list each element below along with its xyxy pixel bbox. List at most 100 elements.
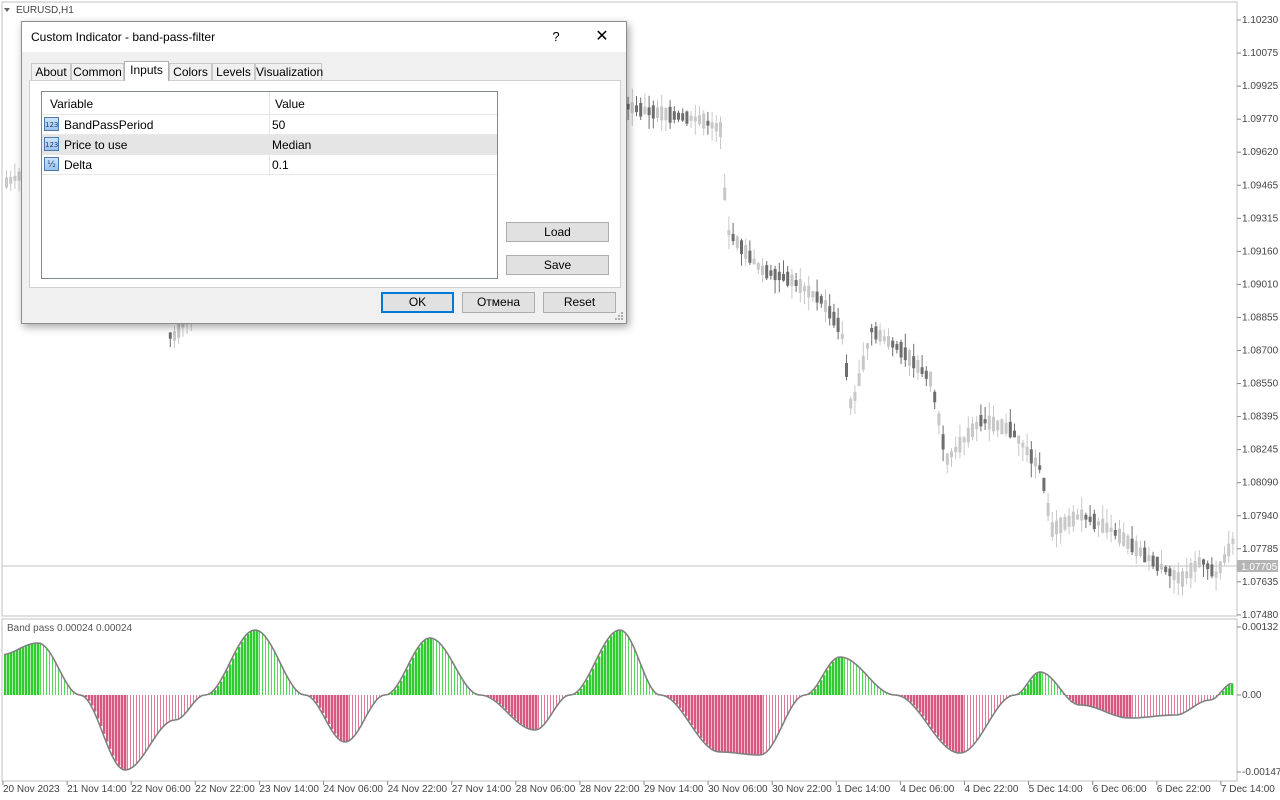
column-header-value[interactable]: Value (275, 97, 305, 111)
price-tick-label: 1.09465 (1242, 180, 1279, 191)
candle-body (845, 363, 848, 377)
candle-body (1143, 547, 1147, 563)
histogram-bar (1192, 695, 1193, 708)
histogram-bar (595, 662, 598, 695)
candle-body (861, 355, 865, 370)
inputs-grid[interactable]: Variable Value 123 BandPassPeriod 50 123… (41, 91, 498, 279)
price-tick-label: 1.07480 (1242, 610, 1279, 621)
price-tick-label: 1.09620 (1242, 147, 1279, 158)
histogram-bar (589, 674, 592, 695)
close-icon[interactable]: ✕ (588, 26, 616, 48)
time-tick-label: 22 Nov 22:00 (195, 784, 255, 795)
histogram-bar (940, 695, 943, 741)
histogram-bar (733, 695, 736, 753)
candle-body (1197, 557, 1201, 568)
candle-body (870, 327, 874, 333)
histogram-bar (760, 695, 763, 755)
histogram-bar (280, 662, 281, 695)
tab-levels[interactable]: Levels (212, 63, 255, 80)
candle-body (971, 423, 974, 438)
histogram-bar (253, 630, 256, 695)
tab-common[interactable]: Common (71, 63, 124, 80)
histogram-bar (1036, 673, 1039, 695)
table-row[interactable]: ½ Delta 0.1 (42, 155, 497, 175)
table-row[interactable]: 123 BandPassPeriod 50 (42, 115, 497, 135)
histogram-bar (634, 647, 635, 695)
histogram-bar (700, 695, 703, 738)
histogram-bar (1186, 695, 1187, 712)
candle-body (756, 263, 760, 270)
dialog-titlebar[interactable]: Custom Indicator - band-pass-filter ? ✕ (22, 22, 626, 52)
candle-body (1013, 430, 1016, 438)
variable-value[interactable]: 0.1 (272, 158, 289, 172)
candle-body (731, 233, 735, 242)
tab-colors[interactable]: Colors (169, 63, 212, 80)
candle-body (962, 437, 966, 443)
candle-body (979, 415, 983, 427)
histogram-bar (772, 695, 773, 746)
histogram-bar (121, 695, 124, 769)
histogram-bar (160, 695, 161, 731)
candle-body (1168, 568, 1172, 577)
candle-body (920, 367, 924, 374)
ok-button[interactable]: OK (381, 292, 454, 313)
histogram-bar (586, 679, 589, 695)
histogram-bar (22, 647, 25, 695)
histogram-bar (1153, 695, 1154, 717)
candle-body (719, 122, 722, 137)
load-button[interactable]: Load (506, 222, 609, 242)
help-button[interactable]: ? (544, 26, 568, 48)
tab-visualization[interactable]: Visualization (255, 63, 323, 80)
resize-grip-icon[interactable] (614, 311, 624, 321)
candle-body (782, 274, 785, 281)
candle-body (1231, 538, 1235, 544)
column-header-variable[interactable]: Variable (50, 97, 93, 111)
candle-body (1101, 518, 1105, 533)
candle-body (1109, 527, 1113, 532)
histogram-bar (1024, 688, 1027, 695)
variable-value[interactable]: 50 (272, 118, 285, 132)
candle-body (706, 120, 710, 126)
histogram-bar (229, 664, 232, 695)
candle-body (945, 453, 949, 465)
histogram-bar (1051, 677, 1052, 695)
custom-indicator-dialog: Custom Indicator - band-pass-filter ? ✕ … (21, 21, 627, 324)
histogram-bar (838, 657, 841, 695)
tab-about[interactable]: About (31, 63, 71, 80)
histogram-bar (271, 645, 272, 695)
histogram-bar (277, 656, 278, 695)
histogram-bar (748, 695, 751, 755)
histogram-bar (394, 689, 397, 695)
histogram-bar (844, 657, 845, 695)
histogram-bar (550, 695, 551, 717)
histogram-bar (175, 695, 176, 720)
histogram-bar (601, 650, 604, 695)
price-tick-label: 1.09010 (1242, 279, 1279, 290)
histogram-bar (1039, 672, 1042, 695)
histogram-bar (430, 638, 433, 695)
candle-body (987, 415, 991, 430)
reset-button[interactable]: Reset (543, 292, 616, 313)
save-button[interactable]: Save (506, 255, 609, 275)
histogram-bar (685, 695, 688, 717)
histogram-bar (637, 654, 638, 695)
histogram-bar (52, 656, 53, 695)
indicator-label: Band pass 0.00024 0.00024 (7, 623, 133, 634)
histogram-bar (421, 643, 424, 695)
cancel-button[interactable]: Отмена (462, 292, 535, 313)
candle-body (1063, 516, 1067, 530)
candle-body (672, 111, 676, 120)
table-row[interactable]: 123 Price to use Median (42, 135, 497, 155)
histogram-bar (1129, 695, 1132, 718)
histogram-bar (151, 695, 152, 744)
histogram-bar (25, 646, 28, 695)
candle-body (1088, 516, 1092, 522)
candle-body (643, 106, 647, 115)
candle-body (1130, 538, 1134, 553)
price-tick-label: 1.07785 (1242, 544, 1279, 555)
candle-body (1034, 457, 1037, 467)
histogram-bar (241, 641, 244, 695)
variable-value[interactable]: Median (272, 138, 311, 152)
histogram-bar (349, 695, 350, 741)
tab-inputs[interactable]: Inputs (124, 61, 169, 81)
